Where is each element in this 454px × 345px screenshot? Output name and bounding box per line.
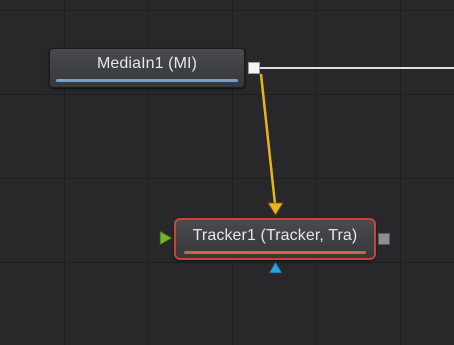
node-editor-canvas[interactable]: MediaIn1 (MI) Tracker1 (Tracker, Tra) <box>0 0 454 345</box>
tracker-input-arrow-icon[interactable] <box>267 202 284 216</box>
tracker-mask-input-triangle-icon[interactable] <box>268 261 283 274</box>
tracker-output-port[interactable] <box>378 233 390 245</box>
media-to-tracker-wire[interactable] <box>259 73 277 205</box>
tracker-node-underline <box>184 251 366 254</box>
media-in-node-label: MediaIn1 (MI) <box>97 55 197 72</box>
tracker-node-label: Tracker1 (Tracker, Tra) <box>192 227 358 244</box>
tracker-node[interactable]: Tracker1 (Tracker, Tra) <box>174 218 376 260</box>
tracker-bg-input-triangle-icon[interactable] <box>159 230 173 246</box>
media-in-node-underline <box>56 79 238 82</box>
media-in-node[interactable]: MediaIn1 (MI) <box>49 48 245 88</box>
media-in-output-port[interactable] <box>248 62 260 74</box>
